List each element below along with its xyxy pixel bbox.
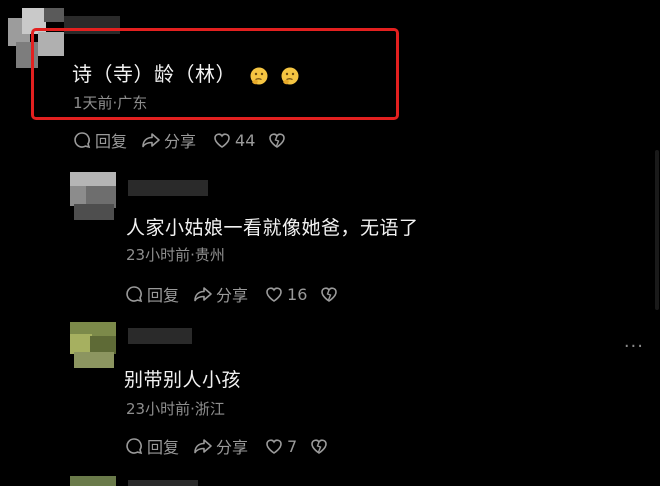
scrollbar[interactable] [655,150,659,310]
comment-text: 诗（寺）龄（林） [72,58,300,87]
share-icon [142,133,160,148]
like-count: 7 [287,436,298,456]
reply-button[interactable]: 回复 [124,434,179,458]
heart-icon [266,287,282,302]
dislike-button[interactable] [319,284,339,304]
like-count: 44 [235,130,256,150]
broken-heart-icon [311,439,328,454]
like-count: 16 [287,284,308,304]
share-icon [194,439,212,454]
avatar[interactable] [70,172,116,220]
like-button[interactable]: 16 [264,284,307,304]
reply-icon [74,132,91,149]
share-button[interactable]: 分享 [193,434,248,458]
thinking-face-icon [250,67,268,84]
share-button[interactable]: 分享 [193,282,248,306]
reply-button[interactable]: 回复 [72,128,127,152]
comment-meta: 1天前·广东 [73,94,148,112]
like-button[interactable]: 7 [264,436,297,456]
username-blurred [128,180,208,196]
thinking-face-icon [281,67,299,84]
comment-actions: 回复 分享 44 [72,128,287,152]
reply-button[interactable]: 回复 [124,282,179,306]
comment-actions: 回复 分享 16 [124,282,339,306]
share-button[interactable]: 分享 [141,128,196,152]
broken-heart-icon [269,133,286,148]
avatar[interactable] [70,322,116,368]
dislike-button[interactable] [309,436,329,456]
like-button[interactable]: 44 [212,130,255,150]
broken-heart-icon [321,287,338,302]
heart-icon [266,439,282,454]
heart-icon [214,133,230,148]
comment-text: 人家小姑娘一看就像她爸，无语了 [126,217,419,239]
username-blurred [128,328,192,344]
comment-actions: 回复 分享 7 [124,434,329,458]
username-blurred [128,480,198,486]
share-icon [194,287,212,302]
dislike-button[interactable] [267,130,287,150]
avatar[interactable] [70,476,116,486]
comment-meta: 23小时前·浙江 [126,400,225,418]
comment-text: 别带别人小孩 [124,369,242,391]
reply-icon [126,286,143,303]
more-options-icon[interactable]: ··· [624,336,644,357]
reply-icon [126,438,143,455]
comment-meta: 23小时前·贵州 [126,246,225,264]
